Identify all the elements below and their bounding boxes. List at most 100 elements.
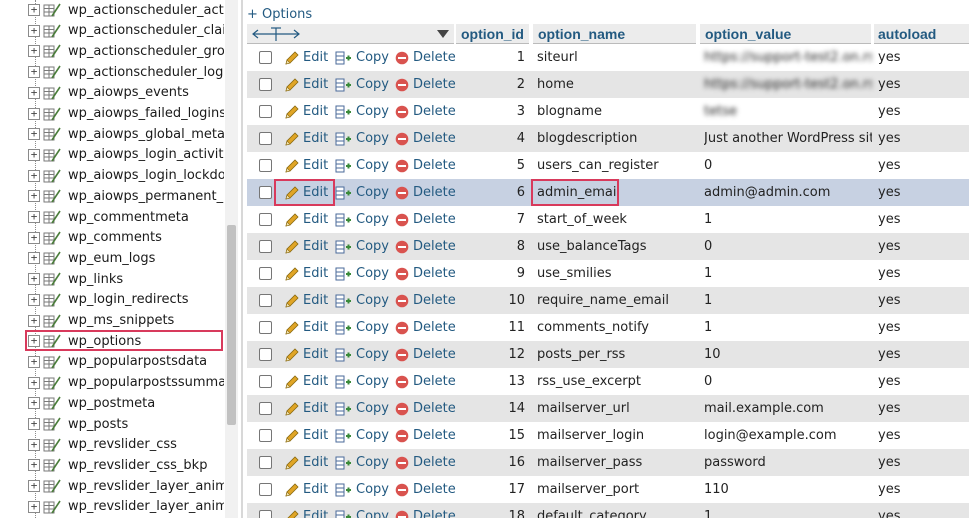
sidebar-item-table[interactable]: + wp_comments [28, 228, 224, 248]
copy-link[interactable]: Copy [335, 156, 389, 176]
option-value-cell[interactable]: 10 [704, 345, 872, 365]
option-name-cell[interactable]: use_smilies [537, 264, 697, 284]
option-value-cell[interactable]: 0 [704, 372, 872, 392]
table-structure-icon[interactable] [43, 107, 62, 121]
sidebar-item-table[interactable]: + wp_aiowps_failed_logins [28, 104, 224, 124]
option-value-cell[interactable]: 1 [704, 264, 872, 284]
delete-label[interactable]: Delete [413, 318, 456, 338]
table-row[interactable]: Edit Copy Delete 17 mailserver_port 110 yes [247, 476, 969, 503]
sidebar-item-table[interactable]: + wp_aiowps_login_activity [28, 145, 224, 165]
sidebar-item-table[interactable]: + wp_revslider_layer_animations_bkp [28, 497, 224, 517]
sidebar-item-label[interactable]: wp_login_redirects [68, 292, 224, 307]
option-value-cell[interactable]: login@example.com [704, 426, 872, 446]
delete-link[interactable]: Delete [395, 345, 456, 365]
delete-label[interactable]: Delete [413, 291, 456, 311]
delete-label[interactable]: Delete [413, 183, 456, 203]
sidebar-item-label[interactable]: wp_actionscheduler_claims [68, 23, 224, 38]
autoload-cell[interactable]: yes [878, 129, 918, 149]
copy-link[interactable]: Copy [335, 453, 389, 473]
row-checkbox[interactable] [259, 240, 272, 253]
autoload-cell[interactable]: yes [878, 102, 918, 122]
delete-link[interactable]: Delete [395, 291, 456, 311]
option-value-cell[interactable]: 0 [704, 237, 872, 257]
autoload-cell[interactable]: yes [878, 48, 918, 68]
option-name-cell[interactable]: start_of_week [537, 210, 697, 230]
delete-label[interactable]: Delete [413, 426, 456, 446]
autoload-cell[interactable]: yes [878, 156, 918, 176]
copy-link[interactable]: Copy [335, 291, 389, 311]
sidebar-item-label[interactable]: wp_popularpostssummary [68, 375, 224, 390]
edit-link[interactable]: Edit [284, 237, 328, 257]
delete-label[interactable]: Delete [413, 102, 456, 122]
sidebar-item-table[interactable]: + wp_posts [28, 414, 224, 434]
table-row[interactable]: Edit Copy Delete 12 posts_per_rss 10 yes [247, 341, 969, 368]
table-structure-icon[interactable] [43, 355, 62, 369]
row-checkbox[interactable] [259, 348, 272, 361]
copy-link[interactable]: Copy [335, 75, 389, 95]
sidebar-item-label[interactable]: wp_revslider_layer_animations [68, 479, 224, 494]
table-structure-icon[interactable] [43, 148, 62, 162]
table-structure-icon[interactable] [43, 127, 62, 141]
option-value-cell[interactable]: Just another WordPress site [704, 129, 872, 149]
table-structure-icon[interactable] [43, 479, 62, 493]
edit-label[interactable]: Edit [303, 507, 328, 518]
option-value-cell[interactable]: 1 [704, 507, 872, 518]
copy-link[interactable]: Copy [335, 426, 389, 446]
sidebar-item-table[interactable]: + wp_aiowps_permanent_block [28, 186, 224, 206]
edit-link[interactable]: Edit [284, 453, 328, 473]
autoload-cell[interactable]: yes [878, 453, 918, 473]
edit-label[interactable]: Edit [303, 102, 328, 122]
copy-link[interactable]: Copy [335, 372, 389, 392]
sidebar-item-label[interactable]: wp_aiowps_events [68, 85, 224, 100]
edit-label[interactable]: Edit [303, 372, 328, 392]
expand-plus-icon[interactable]: + [28, 211, 40, 223]
sidebar-item-table[interactable]: + wp_revslider_css [28, 435, 224, 455]
autoload-cell[interactable]: yes [878, 75, 918, 95]
delete-link[interactable]: Delete [395, 129, 456, 149]
expand-plus-icon[interactable]: + [28, 128, 40, 141]
copy-label[interactable]: Copy [356, 453, 389, 473]
delete-link[interactable]: Delete [395, 507, 456, 518]
sidebar-item-label[interactable]: wp_popularpostsdata [68, 354, 224, 369]
sidebar-item-label[interactable]: wp_links [68, 272, 224, 287]
column-header-option-id[interactable]: option_id [461, 26, 524, 42]
row-checkbox[interactable] [259, 375, 272, 388]
delete-link[interactable]: Delete [395, 426, 456, 446]
table-row[interactable]: Edit Copy Delete 5 users_can_register 0 yes [247, 152, 969, 179]
copy-link[interactable]: Copy [335, 237, 389, 257]
row-checkbox[interactable] [259, 429, 272, 442]
sidebar-item-label[interactable]: wp_aiowps_login_lockdown [68, 168, 224, 183]
sidebar-item-table[interactable]: + wp_links [28, 269, 224, 289]
expand-plus-icon[interactable]: + [28, 293, 40, 306]
delete-link[interactable]: Delete [395, 102, 456, 122]
sidebar-item-label[interactable]: wp_actionscheduler_actions [68, 3, 224, 18]
delete-label[interactable]: Delete [413, 156, 456, 176]
expand-plus-icon[interactable]: + [28, 418, 40, 430]
table-structure-icon[interactable] [43, 3, 62, 17]
autoload-cell[interactable]: yes [878, 480, 918, 500]
sidebar-item-label[interactable]: wp_aiowps_login_activity [68, 147, 224, 162]
copy-label[interactable]: Copy [356, 129, 389, 149]
table-structure-icon[interactable] [43, 396, 62, 410]
delete-link[interactable]: Delete [395, 183, 456, 203]
sidebar-item-table[interactable]: + wp_commentmeta [28, 207, 224, 227]
table-row[interactable]: Edit Copy Delete 2 home https://support-test2… [247, 71, 969, 98]
table-structure-icon[interactable] [43, 251, 62, 265]
option-value-cell[interactable]: https://support-test2.on.rs [704, 75, 872, 95]
edit-link[interactable]: Edit [284, 48, 328, 68]
expand-plus-icon[interactable]: + [28, 24, 40, 37]
table-row[interactable]: Edit Copy Delete 7 start_of_week 1 yes [247, 206, 969, 233]
sidebar-item-table[interactable]: + wp_login_redirects [28, 290, 224, 310]
option-name-cell[interactable]: blogname [537, 102, 697, 122]
edit-link[interactable]: Edit [284, 507, 328, 518]
option-name-cell[interactable]: posts_per_rss [537, 345, 697, 365]
expand-plus-icon[interactable]: + [28, 355, 40, 368]
sidebar-item-table[interactable]: + wp_popularpostsdata [28, 352, 224, 372]
autoload-cell[interactable]: yes [878, 318, 918, 338]
table-structure-icon[interactable] [43, 458, 62, 472]
table-structure-icon[interactable] [43, 210, 62, 224]
option-value-cell[interactable]: 1 [704, 291, 872, 311]
table-structure-icon[interactable] [43, 272, 62, 286]
edit-label[interactable]: Edit [303, 291, 328, 311]
copy-link[interactable]: Copy [335, 264, 389, 284]
